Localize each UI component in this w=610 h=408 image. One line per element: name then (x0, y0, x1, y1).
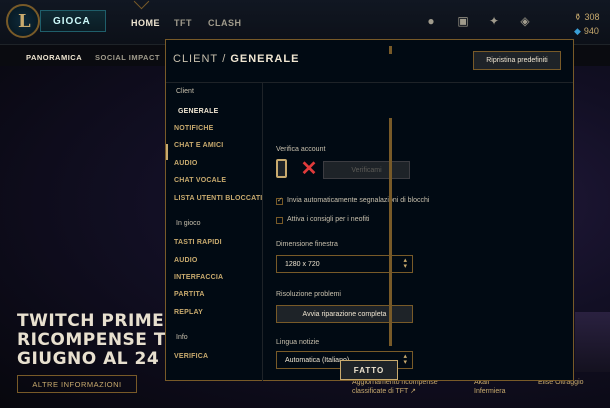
sidebar-item-game[interactable]: PARTITA (174, 291, 205, 298)
sidebar-item-blocked-users[interactable]: LISTA UTENTI BLOCCATI (174, 195, 262, 202)
subnav-overview[interactable]: PANORAMICA (26, 53, 82, 62)
sidebar-header-in-game: In gioco (176, 220, 201, 227)
sidebar-item-notifications[interactable]: NOTIFICHE (174, 125, 214, 132)
sidebar-header-client: Client (176, 88, 194, 95)
settings-dialog: CLIENT / GENERALE Ripristina predefiniti… (165, 39, 574, 381)
select-arrows-icon: ▴ ▾ (403, 353, 407, 366)
active-section-marker (166, 144, 168, 160)
select-arrows-icon: ▴ ▾ (403, 257, 407, 270)
restore-defaults-button[interactable]: Ripristina predefiniti (473, 51, 561, 70)
sidebar-header-info: Info (176, 334, 188, 341)
nav-tft[interactable]: TFT (174, 18, 192, 28)
newbie-tips-label[interactable]: Attiva i consigli per i neofiti (287, 216, 369, 223)
full-repair-button[interactable]: Avvia riparazione completa (276, 305, 413, 323)
sidebar-item-voice-chat[interactable]: CHAT VOCALE (174, 177, 226, 184)
profile-icon[interactable]: ● (424, 14, 438, 28)
news-thumbnail[interactable] (575, 312, 610, 372)
league-logo-icon[interactable]: L (6, 4, 40, 38)
blue-essence-icon: ⚱ (574, 12, 582, 22)
news-language-label: Lingua notizie (276, 339, 320, 346)
newbie-tips-checkbox[interactable] (276, 217, 283, 224)
settings-scrollbar[interactable] (389, 118, 392, 346)
sidebar-item-replay[interactable]: REPLAY (174, 309, 203, 316)
subnav-social-impact[interactable]: SOCIAL IMPACT (95, 53, 160, 62)
scrollbar-top-cap (389, 46, 392, 54)
sidebar-item-general[interactable]: GENERALE (178, 108, 219, 115)
window-size-select[interactable]: 1280 x 720 ▴ ▾ (276, 255, 413, 273)
collection-icon[interactable]: ▣ (456, 14, 470, 28)
phone-icon (276, 159, 287, 178)
sidebar-item-chat-friends[interactable]: CHAT E AMICI (174, 142, 223, 149)
troubleshooting-label: Risoluzione problemi (276, 291, 341, 298)
nav-active-caret-icon (133, 0, 150, 10)
settings-title: CLIENT / GENERALE (173, 53, 300, 65)
window-size-label: Dimensione finestra (276, 241, 338, 248)
riot-points-count: ◆ 940 (574, 26, 599, 36)
store-icon[interactable]: ◈ (518, 14, 532, 28)
sidebar-item-hotkeys[interactable]: TASTI RAPIDI (174, 239, 222, 246)
nav-home[interactable]: HOME (131, 18, 160, 28)
sidebar-item-audio[interactable]: AUDIO (174, 160, 198, 167)
hero-title-line-1: TWITCH PRIME - (17, 311, 179, 331)
sidebar-item-interface[interactable]: INTERFACCIA (174, 274, 223, 281)
loot-icon[interactable]: ✦ (487, 14, 501, 28)
settings-header: CLIENT / GENERALE Ripristina predefiniti (166, 40, 573, 83)
settings-content: Verifica account ✕ Verificami Invia auto… (263, 83, 573, 381)
auto-report-checkbox[interactable] (276, 196, 283, 205)
verify-me-button[interactable]: Verificami (323, 161, 410, 179)
sidebar-item-verify[interactable]: VERIFICA (174, 353, 208, 360)
play-button[interactable]: GIOCA (40, 10, 106, 32)
more-info-button[interactable]: ALTRE INFORMAZIONI (17, 375, 137, 393)
settings-sidebar: Client GENERALE NOTIFICHE CHAT E AMICI A… (166, 83, 263, 381)
verify-account-label: Verifica account (276, 146, 326, 153)
nav-clash[interactable]: CLASH (208, 18, 242, 28)
not-verified-icon: ✕ (300, 158, 318, 180)
blue-essence-count: ⚱ 308 (574, 12, 600, 22)
auto-report-label[interactable]: Invia automaticamente segnalazioni di bl… (287, 197, 429, 204)
done-button[interactable]: FATTO (340, 360, 398, 380)
riot-points-icon: ◆ (574, 26, 581, 36)
sidebar-item-game-audio[interactable]: AUDIO (174, 257, 198, 264)
